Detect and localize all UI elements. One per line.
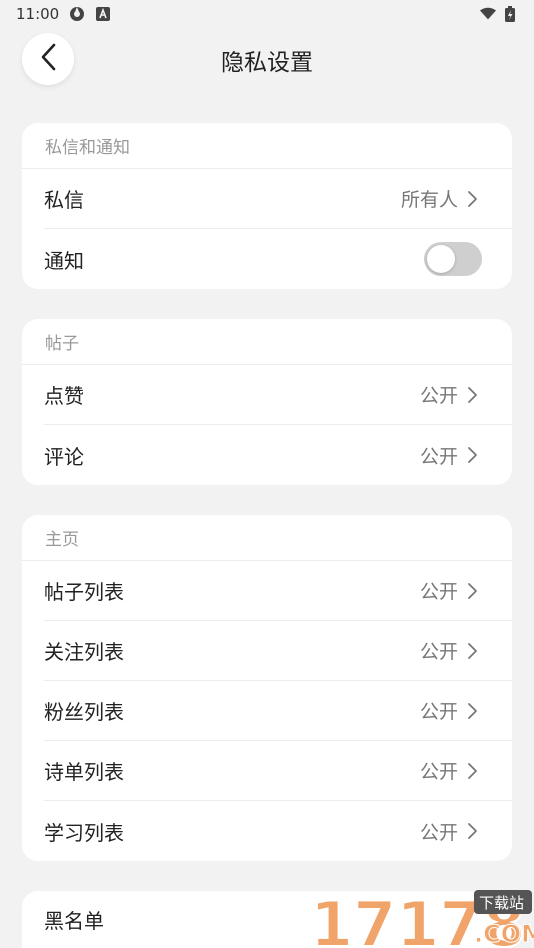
section-posts: 帖子 点赞 公开 评论 公开 — [22, 319, 512, 485]
watermark-logo: 17178 下载站 .COM — [308, 880, 534, 948]
sync-icon — [69, 6, 85, 22]
page-title: 隐私设置 — [221, 50, 313, 76]
row-label: 点赞 — [44, 384, 84, 408]
chevron-right-icon — [466, 642, 478, 660]
chevron-right-icon — [466, 762, 478, 780]
section-title: 帖子 — [22, 319, 512, 365]
row-private-message[interactable]: 私信 所有人 — [44, 169, 512, 229]
row-value: 公开 — [419, 821, 458, 844]
row-label: 学习列表 — [44, 820, 124, 845]
row-value: 公开 — [419, 445, 458, 468]
status-time: 11:00 — [16, 5, 60, 23]
wifi-icon — [480, 6, 496, 22]
row-post-list[interactable]: 帖子列表 公开 — [44, 561, 512, 621]
row-label: 黑名单 — [44, 909, 104, 933]
row-value: 公开 — [419, 701, 458, 723]
row-likes[interactable]: 点赞 公开 — [44, 365, 512, 425]
chevron-left-icon — [40, 43, 56, 75]
row-value: 公开 — [419, 761, 458, 783]
notification-toggle[interactable] — [424, 242, 482, 276]
chevron-right-icon — [466, 702, 478, 720]
nav-bar: 隐私设置 — [0, 30, 534, 90]
row-comments[interactable]: 评论 公开 — [44, 425, 512, 485]
row-followers-list[interactable]: 粉丝列表 公开 — [44, 681, 512, 741]
row-label: 诗单列表 — [44, 760, 124, 784]
row-label: 关注列表 — [44, 640, 124, 664]
row-study-list[interactable]: 学习列表 公开 — [44, 801, 512, 861]
watermark-badge: 下载站 — [479, 894, 524, 912]
toggle-knob — [427, 245, 455, 273]
status-bar: 11:00 — [0, 0, 534, 28]
section-messages-notifications: 私信和通知 私信 所有人 通知 — [22, 123, 512, 289]
section-title: 主页 — [22, 515, 512, 561]
row-poem-list[interactable]: 诗单列表 公开 — [44, 741, 512, 801]
a-icon — [95, 6, 111, 22]
row-following-list[interactable]: 关注列表 公开 — [44, 621, 512, 681]
chevron-right-icon — [466, 190, 478, 208]
row-label: 粉丝列表 — [44, 700, 124, 724]
row-value: 公开 — [419, 641, 458, 663]
row-notification: 通知 — [44, 229, 512, 289]
row-label: 私信 — [44, 188, 84, 212]
watermark-domain: .COM — [474, 920, 534, 948]
row-label: 评论 — [44, 444, 84, 469]
row-label: 帖子列表 — [44, 580, 124, 604]
chevron-right-icon — [466, 582, 478, 600]
chevron-right-icon — [466, 446, 478, 464]
chevron-right-icon — [466, 822, 478, 840]
row-label: 通知 — [44, 248, 84, 273]
row-value: 公开 — [419, 385, 458, 407]
section-homepage: 主页 帖子列表 公开 关注列表 公开 粉丝列表 公开 诗单列表 公开 学习列表 … — [22, 515, 512, 861]
section-title: 私信和通知 — [22, 123, 512, 169]
battery-icon — [502, 6, 518, 22]
back-button[interactable] — [22, 33, 74, 85]
row-value: 公开 — [419, 581, 458, 603]
row-value: 所有人 — [400, 189, 458, 211]
chevron-right-icon — [466, 386, 478, 404]
